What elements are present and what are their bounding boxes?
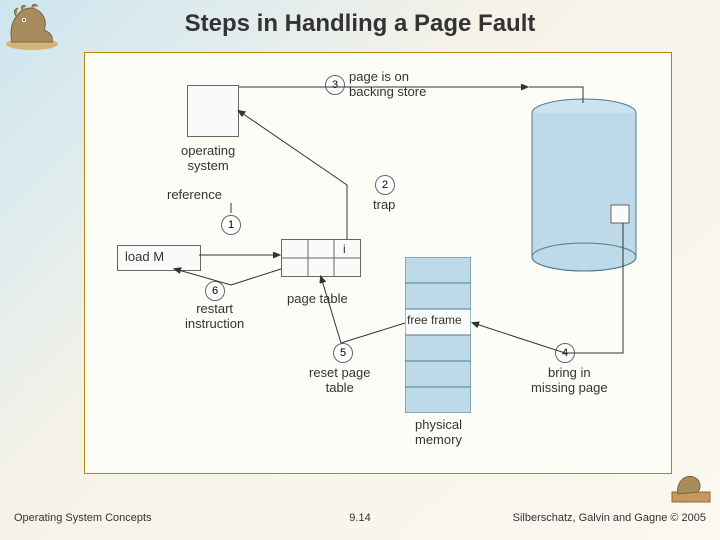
footer-right: Silberschatz, Galvin and Gagne © 2005: [513, 512, 706, 524]
slide: Steps in Handling a Page Fault operating…: [0, 0, 720, 540]
dinosaur-mascot-small: [670, 472, 712, 504]
arrows: [85, 53, 671, 473]
footer: Operating System Concepts 9.14 Silbersch…: [0, 512, 720, 530]
page-title: Steps in Handling a Page Fault: [0, 10, 720, 38]
diagram-frame: operating system 3 page is on backing st…: [84, 52, 672, 474]
